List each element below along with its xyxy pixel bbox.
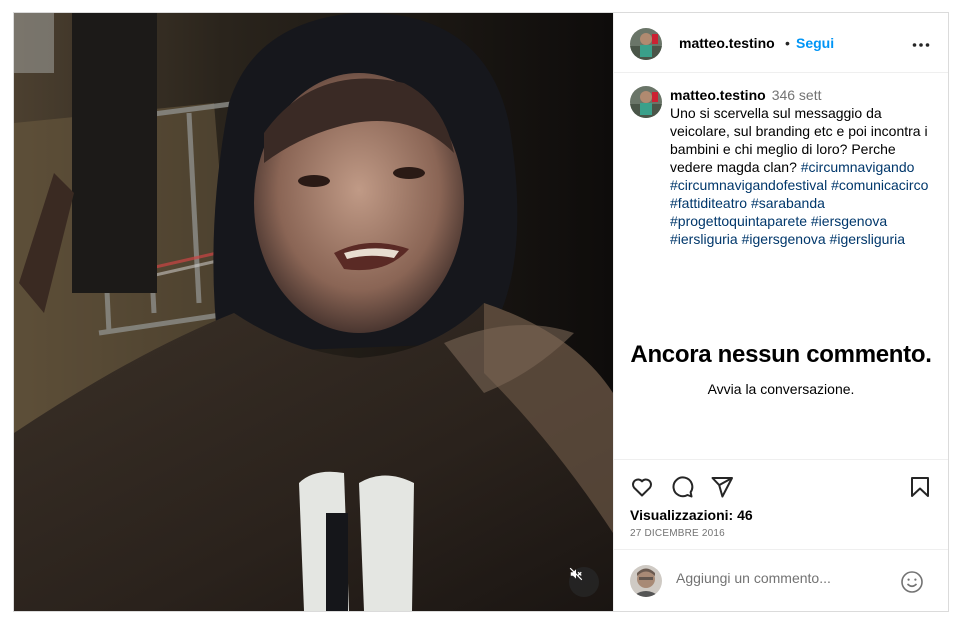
video-frame bbox=[14, 13, 613, 611]
header-username[interactable]: matteo.testino bbox=[679, 35, 775, 51]
comment-bubble-icon bbox=[670, 476, 694, 503]
mute-button[interactable] bbox=[569, 567, 599, 597]
hashtag-link[interactable]: #igersliguria bbox=[830, 231, 905, 247]
send-icon bbox=[710, 477, 734, 503]
comment-input[interactable] bbox=[676, 570, 886, 586]
hashtag-link[interactable]: #sarabanda bbox=[751, 195, 825, 211]
save-button[interactable] bbox=[908, 475, 932, 504]
hashtag-link[interactable]: #igersgenova bbox=[742, 231, 826, 247]
more-horizontal-icon bbox=[912, 35, 930, 52]
hashtag-link[interactable]: #iersgenova bbox=[811, 213, 887, 229]
bookmark-icon bbox=[908, 477, 932, 503]
caption-timestamp[interactable]: 346 sett bbox=[772, 87, 822, 103]
comment-button[interactable] bbox=[670, 475, 694, 504]
follow-button[interactable]: Segui bbox=[796, 35, 834, 51]
emoji-smile-icon bbox=[900, 571, 924, 598]
more-options-button[interactable] bbox=[912, 35, 930, 53]
header-separator: • bbox=[785, 35, 790, 51]
comment-bar bbox=[614, 549, 948, 611]
post-sidebar: matteo.testino • Segui matteo.testino 34… bbox=[613, 13, 948, 611]
empty-comments: Ancora nessun commento. Avvia la convers… bbox=[614, 341, 948, 397]
heart-icon bbox=[630, 478, 654, 503]
hashtag-link[interactable]: #fattiditeatro bbox=[670, 195, 747, 211]
like-button[interactable] bbox=[630, 475, 654, 504]
post-header: matteo.testino • Segui bbox=[614, 13, 948, 73]
current-user-avatar bbox=[630, 565, 662, 597]
author-avatar[interactable] bbox=[630, 28, 662, 60]
share-button[interactable] bbox=[710, 475, 734, 504]
post-video[interactable] bbox=[14, 13, 613, 611]
hashtag-link[interactable]: #progettoquintaparete bbox=[670, 213, 807, 229]
post-caption: matteo.testino 346 sett Uno si scervella … bbox=[670, 86, 938, 248]
post-actions: Visualizzazioni: 46 27 DICEMBRE 2016 bbox=[614, 459, 948, 549]
hashtag-link[interactable]: #circumnavigandofestival bbox=[670, 177, 827, 193]
caption-avatar[interactable] bbox=[630, 86, 662, 118]
hashtag-link[interactable]: #iersliguria bbox=[670, 231, 738, 247]
post-dialog: matteo.testino • Segui matteo.testino 34… bbox=[13, 12, 949, 612]
emoji-button[interactable] bbox=[900, 570, 924, 599]
views-count[interactable]: Visualizzazioni: 46 bbox=[630, 507, 753, 523]
hashtag-link[interactable]: #circumnavigando bbox=[801, 159, 915, 175]
empty-comments-title: Ancora nessun commento. bbox=[630, 341, 932, 368]
caption-username[interactable]: matteo.testino bbox=[670, 87, 766, 103]
hashtag-link[interactable]: #comunicacirco bbox=[831, 177, 928, 193]
empty-comments-subtitle: Avvia la conversazione. bbox=[707, 381, 855, 397]
post-date[interactable]: 27 DICEMBRE 2016 bbox=[630, 528, 725, 539]
